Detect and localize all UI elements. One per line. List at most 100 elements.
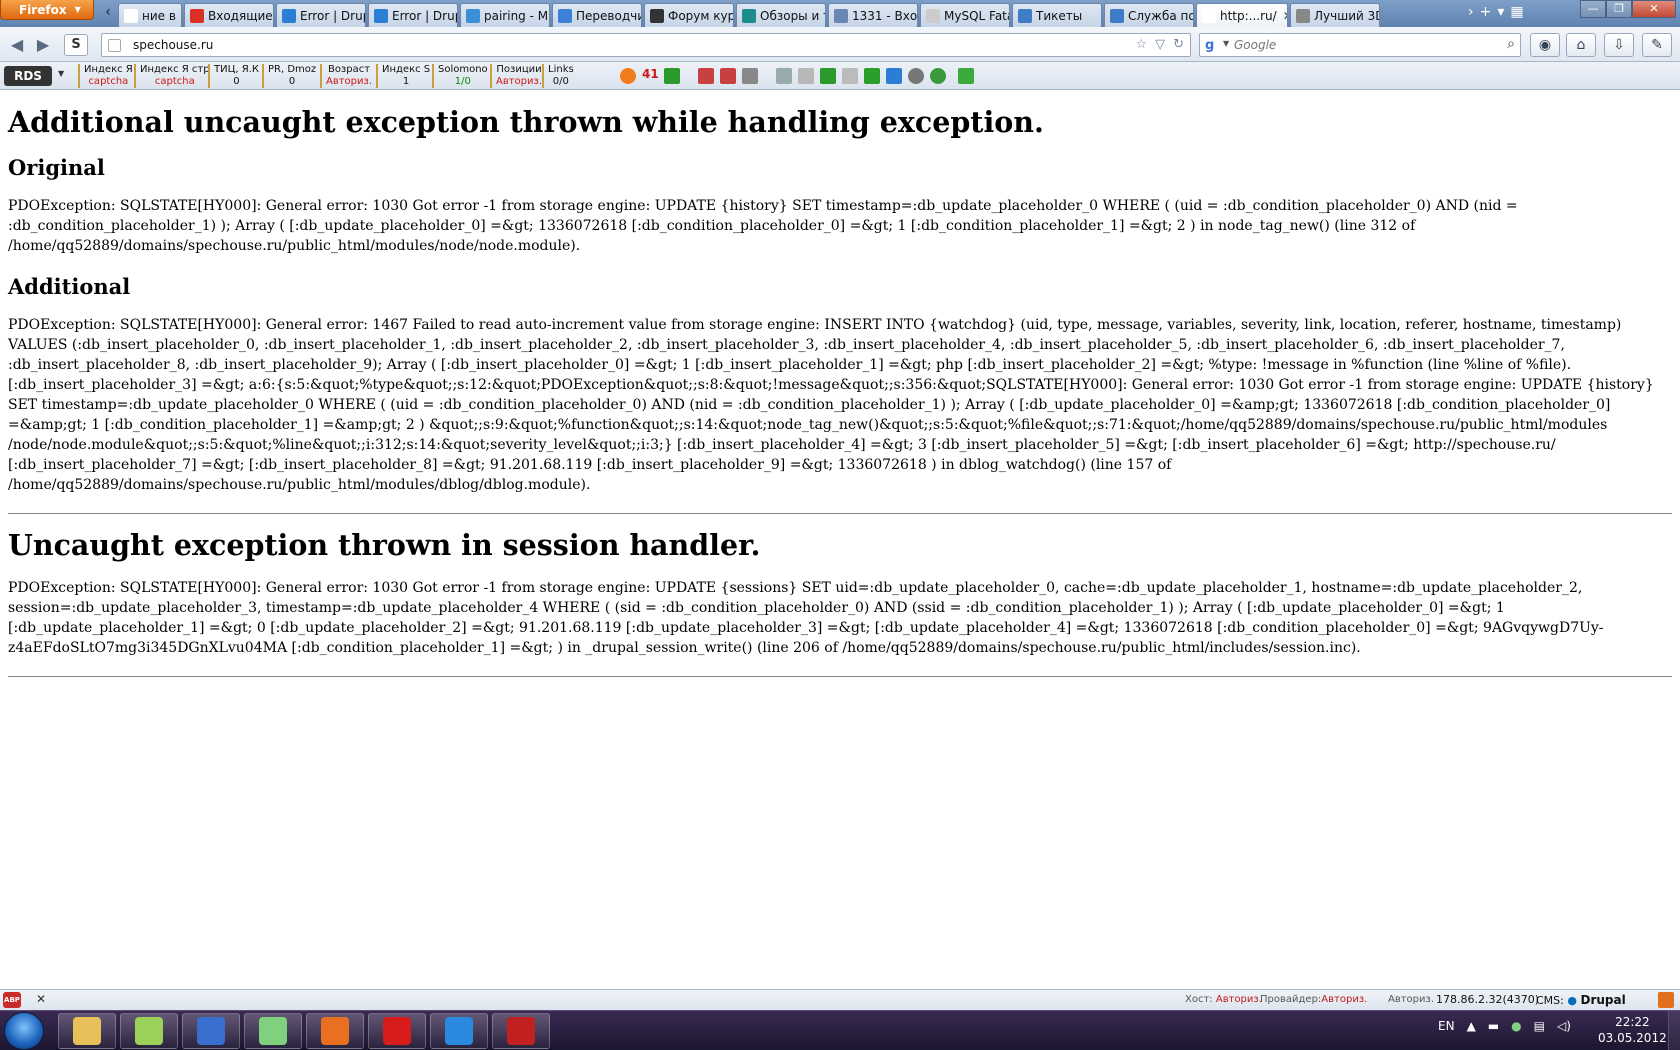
volume-icon[interactable]: ◁) [1557, 1019, 1571, 1033]
tab-1[interactable]: Входящие (... [184, 3, 274, 27]
rds-metric[interactable]: PR, Dmoz 0 [262, 64, 316, 88]
rds-counter[interactable]: 41 [642, 67, 662, 83]
tab-2[interactable]: Error | Drupal [276, 3, 366, 27]
downloads-icon[interactable]: ⇩ [1604, 33, 1634, 57]
close-addon-bar-icon[interactable]: ✕ [36, 992, 46, 1006]
url-bar[interactable]: spechouse.ru ☆ ▽ ↻ [101, 33, 1191, 57]
taskbar-notepad-plus[interactable] [120, 1013, 178, 1049]
tab-4[interactable]: pairing - M... [460, 3, 550, 27]
tab-favicon-icon [742, 8, 756, 23]
tab-6[interactable]: Форум кур... [644, 3, 734, 27]
close-window-icon[interactable]: ✕ [1632, 0, 1676, 18]
rds-metric[interactable]: Возраст Авториз. [320, 64, 372, 88]
rds-code-icon[interactable] [864, 68, 880, 84]
back-icon[interactable]: ◀ [6, 34, 28, 56]
show-desktop-button[interactable] [1668, 1011, 1680, 1050]
taskbar-app-red[interactable] [492, 1013, 550, 1049]
tray-expand-icon[interactable]: ▲ [1467, 1019, 1476, 1033]
rds-logo[interactable]: RDS [4, 66, 52, 86]
rds-metric-label: PR, Dmoz [268, 64, 317, 75]
tab-groups-icon[interactable]: ▦ [1510, 4, 1523, 20]
rds-shield-icon[interactable] [930, 68, 946, 84]
taskbar-opera[interactable] [368, 1013, 426, 1049]
rds-metric-label: Solomono [438, 64, 488, 75]
addon-globe-icon[interactable]: ◉ [1530, 33, 1560, 57]
tab-favicon-icon [1110, 8, 1124, 23]
taskbar-firefox[interactable] [306, 1013, 364, 1049]
google-icon[interactable]: g [1205, 38, 1221, 54]
close-tab-icon[interactable]: ✕ [1283, 9, 1287, 23]
tray-app-icon[interactable]: ▬ [1488, 1019, 1499, 1033]
new-tab-icon[interactable]: + [1480, 4, 1492, 20]
bookmark-star-icon[interactable]: ☆ [1135, 37, 1147, 52]
taskbar-recycle-bin[interactable] [244, 1013, 302, 1049]
tab-label: Входящие (... [208, 8, 273, 23]
url-input[interactable]: spechouse.ru [133, 38, 213, 52]
tab-8[interactable]: 1331 - Входя... [828, 3, 918, 27]
rds-metric[interactable]: Позиции Авториз. [490, 64, 542, 88]
rds-metric[interactable]: Индекс Я стр captcha [134, 64, 210, 88]
addon-icon[interactable]: ✎ [1642, 33, 1672, 57]
rds-tool-icon[interactable] [776, 68, 792, 84]
rds-metric-label: Индекс S [382, 64, 431, 75]
restore-icon[interactable]: ❐ [1606, 0, 1632, 18]
rds-database-icon[interactable] [886, 68, 902, 84]
reload-icon[interactable]: ↻ [1173, 37, 1184, 52]
rds-home-icon[interactable] [842, 68, 858, 84]
tab-scroll-right-icon[interactable]: › [1468, 4, 1474, 20]
rds-metric-value: captcha [154, 76, 195, 87]
tab-11[interactable]: Служба по... [1104, 3, 1194, 27]
rds-metric[interactable]: Индекс Яcaptcha [78, 64, 133, 88]
home-icon[interactable]: ⌂ [1566, 33, 1596, 57]
search-icon[interactable]: ⌕ [1507, 36, 1515, 52]
rds-orange-icon[interactable] [620, 68, 636, 84]
tab-9[interactable]: MySQL Fata... [920, 3, 1010, 27]
list-all-tabs-icon[interactable]: ▾ [1497, 4, 1504, 20]
rds-metric[interactable]: ТИЦ, Я.К 0 [208, 64, 259, 88]
rds-tool-icon[interactable] [720, 68, 736, 84]
statusbar-addon-icon[interactable] [1658, 992, 1674, 1008]
rds-check-icon[interactable] [820, 68, 836, 84]
tab-label: Тикеты [1036, 8, 1083, 23]
ip-address: 178.86.2.32(4370) [1436, 993, 1540, 1006]
rds-metric[interactable]: Solomono 1/0 [432, 64, 488, 88]
tab-5[interactable]: Переводчи... [552, 3, 642, 27]
rds-undo-icon[interactable] [742, 68, 758, 84]
start-button[interactable] [4, 1012, 44, 1050]
tab-12[interactable]: http:...ru/ ✕ [1196, 3, 1288, 27]
minimize-icon[interactable]: — [1580, 0, 1606, 18]
tab-0[interactable]: ние в ... [118, 3, 182, 27]
adblock-plus-icon[interactable]: ABP [3, 992, 21, 1008]
forward-icon[interactable]: ▶ [32, 34, 54, 56]
sync-icon[interactable]: S [64, 34, 88, 56]
tab-favicon-icon [834, 8, 848, 23]
tab-13[interactable]: Лучший 3D... [1290, 3, 1380, 27]
rds-toolbar: RDS ▼ Индекс Яcaptcha Индекс Я стр captcha… [0, 62, 1680, 90]
chevron-down-icon[interactable]: ▼ [1223, 39, 1229, 48]
tab-label: ние в ... [142, 8, 181, 23]
rds-metric[interactable]: Links 0/0 [542, 64, 574, 88]
rds-chart-icon[interactable] [664, 68, 680, 84]
taskbar-explorer[interactable] [58, 1013, 116, 1049]
tab-favicon-icon [282, 8, 296, 23]
rds-puzzle-icon[interactable] [958, 68, 974, 84]
rds-metric[interactable]: Индекс S1 [376, 64, 430, 88]
search-bar[interactable]: g ▼ ⌕ [1199, 33, 1521, 57]
tab-10[interactable]: Тикеты [1012, 3, 1102, 27]
gear-icon[interactable] [908, 68, 924, 84]
tab-7[interactable]: Обзоры и т... [736, 3, 826, 27]
tab-scroll-left-icon[interactable]: ‹ [100, 4, 116, 24]
tab-3[interactable]: Error | Drupal [368, 3, 458, 27]
network-icon[interactable]: ▤ [1534, 1019, 1545, 1033]
taskbar-internet-explorer[interactable] [430, 1013, 488, 1049]
language-indicator[interactable]: EN [1438, 1019, 1455, 1033]
chevron-down-icon[interactable]: ▼ [58, 69, 64, 78]
taskbar-save-disk[interactable] [182, 1013, 240, 1049]
rds-tool-icon[interactable] [698, 68, 714, 84]
tray-app-icon[interactable]: ● [1511, 1019, 1521, 1033]
clock[interactable]: 22:22 03.05.2012 [1598, 1014, 1667, 1046]
rss-icon[interactable] [798, 68, 814, 84]
search-input[interactable] [1234, 36, 1494, 54]
firefox-menu-button[interactable]: Firefox ▼ [0, 0, 94, 20]
history-dropdown-icon[interactable]: ▽ [1155, 37, 1165, 52]
